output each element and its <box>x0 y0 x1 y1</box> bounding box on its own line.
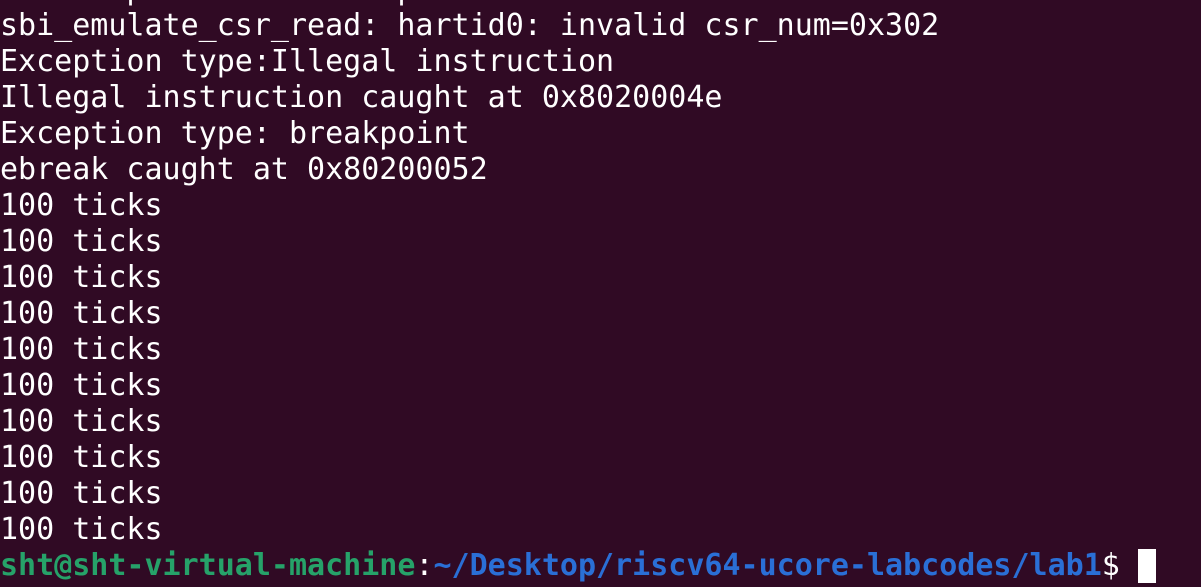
shell-prompt[interactable]: sht@sht-virtual-machine:~/Desktop/riscv6… <box>0 548 1156 584</box>
terminal-line: Exception type: breakpoint <box>0 116 470 151</box>
terminal-line: 100 ticks <box>0 476 163 511</box>
terminal-window[interactable]: ++ setup timer interrupts sbi_emulate_cs… <box>0 0 1201 587</box>
terminal-line: 100 ticks <box>0 260 163 295</box>
prompt-separator: : <box>415 548 434 583</box>
terminal-line: 100 ticks <box>0 332 163 367</box>
terminal-line: sbi_emulate_csr_read: hartid0: invalid c… <box>0 8 940 43</box>
terminal-line: 100 ticks <box>0 224 163 259</box>
prompt-path: ~/Desktop/riscv64-ucore-labcodes/lab1 <box>433 548 1102 583</box>
terminal-line: 100 ticks <box>0 188 163 223</box>
terminal-line: 100 ticks <box>0 440 163 475</box>
prompt-symbol: $ <box>1101 548 1120 583</box>
terminal-line: Exception type:Illegal instruction <box>0 44 615 79</box>
terminal-line: 100 ticks <box>0 368 163 403</box>
terminal-line: 100 ticks <box>0 296 163 331</box>
terminal-output: ++ setup timer interrupts sbi_emulate_cs… <box>0 0 1156 584</box>
prompt-user-host: sht@sht-virtual-machine <box>0 548 416 583</box>
terminal-line: 100 ticks <box>0 512 163 547</box>
terminal-line: ebreak caught at 0x80200052 <box>0 152 488 187</box>
terminal-line: ++ setup timer interrupts <box>0 0 1156 8</box>
terminal-line: 100 ticks <box>0 404 163 439</box>
text-cursor <box>1137 549 1156 583</box>
terminal-line: Illegal instruction caught at 0x8020004e <box>0 80 723 115</box>
